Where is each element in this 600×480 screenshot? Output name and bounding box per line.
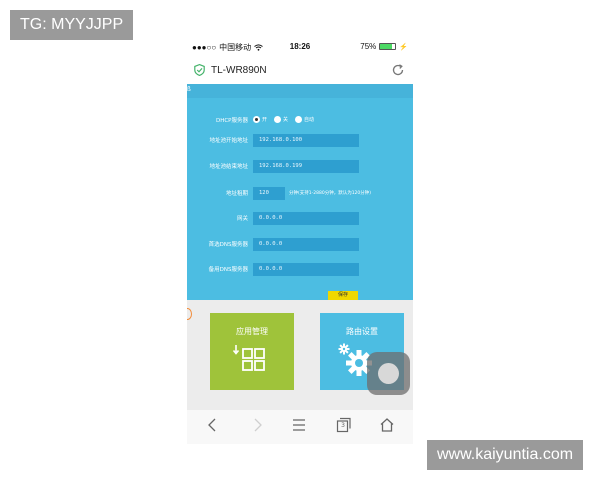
assistive-touch-button[interactable] (367, 352, 410, 395)
lease-field[interactable]: 120 (253, 187, 285, 200)
gateway-label: 网关 (236, 216, 248, 222)
forward-icon[interactable] (250, 417, 264, 433)
start-address-field[interactable]: 192.168.0.100 (253, 134, 359, 147)
start-address-row: 地址池开始地址 192.168.0.100 (187, 134, 413, 148)
gateway-row: 网关 0.0.0.0 (187, 212, 413, 226)
home-icon[interactable] (379, 417, 395, 433)
page: TG: MYYJJPP ●●●○○ 中国移动 18:26 75% ⚡ TL-WR… (0, 0, 600, 480)
phone-screen: ●●●○○ 中国移动 18:26 75% ⚡ TL-WR890N ß DHCP服… (187, 36, 413, 444)
dhcp-radio-on[interactable]: 开 (253, 116, 267, 123)
gateway-field[interactable]: 0.0.0.0 (253, 212, 359, 225)
watermark-top-left: TG: MYYJJPP (10, 10, 134, 40)
panel-corner-mark: ß (187, 86, 191, 93)
tile-label: 路由设置 (346, 327, 378, 336)
battery-fill (380, 44, 392, 49)
dhcp-settings-panel: ß DHCP服务器 开 关 自动 地址池开始地址 192.168.0.100 地… (187, 84, 413, 300)
radio-label: 自动 (304, 117, 315, 123)
status-right: 75% ⚡ (360, 42, 408, 51)
grid-download-icon (232, 345, 265, 371)
tile-label: 应用管理 (236, 327, 268, 336)
back-icon[interactable] (206, 417, 220, 433)
app-header: TL-WR890N (187, 58, 413, 84)
end-address-field[interactable]: 192.168.0.199 (253, 160, 359, 173)
radio-icon (295, 116, 303, 123)
end-address-label: 地址池结束地址 (209, 164, 248, 170)
radio-selected-icon (253, 116, 260, 123)
lease-label: 地址租期 (225, 191, 248, 197)
secondary-dns-label: 备用DNS服务器 (208, 267, 248, 273)
charging-icon: ⚡ (399, 43, 408, 51)
lease-row: 地址租期 120 分钟(支持1-2880分钟，默认为120分钟) (187, 187, 413, 201)
refresh-icon[interactable] (391, 63, 405, 77)
battery-percent: 75% (360, 42, 377, 51)
radio-icon (274, 116, 282, 123)
side-handle-icon[interactable] (187, 308, 192, 320)
dhcp-radio-group: 开 关 自动 (253, 116, 314, 123)
radio-label: 开 (262, 117, 268, 123)
end-address-row: 地址池结束地址 192.168.0.199 (187, 160, 413, 174)
primary-dns-label: 首选DNS服务器 (208, 242, 248, 248)
save-button[interactable]: 保存 (328, 291, 358, 300)
browser-nav-bar: 3 (187, 410, 413, 444)
status-bar: ●●●○○ 中国移动 18:26 75% ⚡ (187, 36, 413, 58)
tabs-count: 3 (341, 422, 345, 429)
dhcp-radio-auto[interactable]: 自动 (295, 116, 314, 123)
page-title: TL-WR890N (211, 65, 267, 76)
lease-hint: 分钟(支持1-2880分钟，默认为120分钟) (289, 191, 372, 196)
dhcp-label: DHCP服务器 (215, 118, 248, 124)
assistive-touch-icon (378, 363, 399, 384)
secondary-dns-row: 备用DNS服务器 0.0.0.0 (187, 263, 413, 277)
primary-dns-field[interactable]: 0.0.0.0 (253, 238, 359, 251)
watermark-bottom-right: www.kaiyuntia.com (427, 440, 584, 470)
secondary-dns-field[interactable]: 0.0.0.0 (253, 263, 359, 276)
radio-label: 关 (283, 117, 289, 123)
dhcp-radio-off[interactable]: 关 (274, 116, 288, 123)
panel-header-strip: ß (187, 84, 413, 98)
tabs-button[interactable]: 3 (336, 417, 352, 433)
dhcp-row: DHCP服务器 开 关 自动 (187, 114, 413, 128)
primary-dns-row: 首选DNS服务器 0.0.0.0 (187, 238, 413, 252)
shield-check-icon (194, 64, 205, 76)
battery-icon (379, 43, 397, 50)
start-address-label: 地址池开始地址 (209, 138, 248, 144)
menu-icon[interactable] (291, 417, 307, 433)
app-management-tile[interactable]: 应用管理 (210, 313, 294, 390)
